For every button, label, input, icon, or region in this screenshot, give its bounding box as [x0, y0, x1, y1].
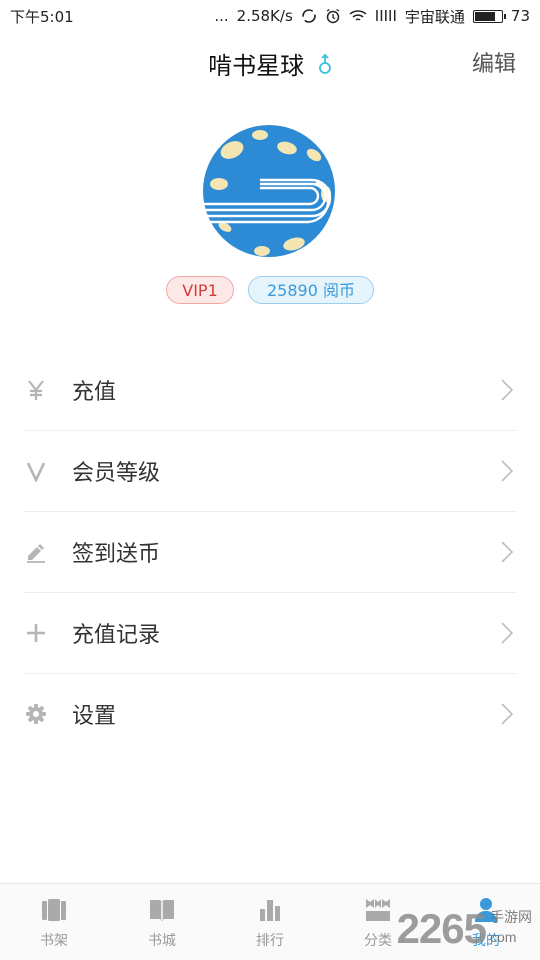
avatar[interactable]	[202, 124, 336, 258]
menu-item-recharge[interactable]: 充值	[24, 350, 516, 431]
edit-button[interactable]: 编辑	[472, 46, 516, 78]
profile-badges: VIP1 25890 阅币	[0, 276, 540, 304]
battery-icon	[472, 9, 506, 23]
bar-chart-icon	[256, 896, 284, 924]
wifi-icon	[349, 9, 367, 23]
tab-label: 书城	[148, 933, 176, 949]
status-time: 下午5:01	[10, 7, 74, 26]
page-title: 啃书星球	[208, 52, 305, 80]
signal-bars: IIIII	[374, 7, 397, 25]
category-icon	[364, 896, 392, 924]
chevron-right-icon	[500, 540, 514, 568]
menu-item-label: 签到送币	[72, 542, 161, 567]
watermark-number: 2265	[396, 905, 487, 952]
book-icon	[148, 896, 176, 924]
watermark-site: 手游网	[490, 909, 532, 925]
menu-item-label: 充值	[72, 380, 117, 405]
menu-item-label: 设置	[72, 704, 117, 729]
coins-badge[interactable]: 25890 阅币	[248, 276, 374, 304]
chevron-right-icon	[500, 702, 514, 730]
menu-item-label: 充值记录	[72, 623, 161, 648]
alarm-icon	[325, 8, 341, 24]
chevron-right-icon	[500, 459, 514, 487]
status-bar: 下午5:01 ... 2.58K/s IIIII 宇宙联通 73	[0, 0, 540, 32]
menu-item-recharge-history[interactable]: 充值记录	[24, 593, 516, 674]
menu-list: 充值 会员等级 签到送币 充值记录 设置	[24, 350, 516, 754]
page-title-wrap: 啃书星球	[0, 46, 540, 81]
battery-level: 73	[510, 7, 530, 25]
chevron-right-icon	[500, 621, 514, 649]
sync-icon	[301, 8, 317, 24]
header: 啃书星球 编辑	[0, 32, 540, 92]
tab-ranking[interactable]: 排行	[216, 884, 324, 960]
yen-icon	[24, 378, 48, 402]
tab-label: 书架	[40, 933, 68, 949]
bookshelf-icon	[40, 896, 68, 924]
v-icon	[24, 459, 48, 483]
network-speed: 2.58K/s	[236, 7, 293, 25]
watermark-domain: com	[490, 929, 517, 945]
site-watermark: 2265 手游网 com	[397, 908, 532, 950]
gear-icon	[24, 702, 48, 726]
tab-label: 排行	[256, 933, 284, 949]
menu-item-settings[interactable]: 设置	[24, 674, 516, 754]
menu-item-label: 会员等级	[72, 461, 161, 486]
tab-label: 分类	[364, 933, 392, 949]
tab-bookshelf[interactable]: 书架	[0, 884, 108, 960]
chevron-right-icon	[500, 378, 514, 406]
vip-badge[interactable]: VIP1	[166, 276, 234, 304]
male-gender-icon	[318, 53, 332, 81]
tab-bookstore[interactable]: 书城	[108, 884, 216, 960]
status-dots: ...	[214, 7, 229, 25]
menu-item-checkin[interactable]: 签到送币	[24, 512, 516, 593]
status-indicators: ... 2.58K/s IIIII 宇宙联通 73	[214, 6, 530, 27]
planet-book-logo	[203, 125, 335, 257]
pencil-icon	[24, 540, 48, 564]
menu-item-member-level[interactable]: 会员等级	[24, 431, 516, 512]
carrier-name: 宇宙联通	[404, 7, 465, 26]
plus-icon	[24, 621, 48, 645]
